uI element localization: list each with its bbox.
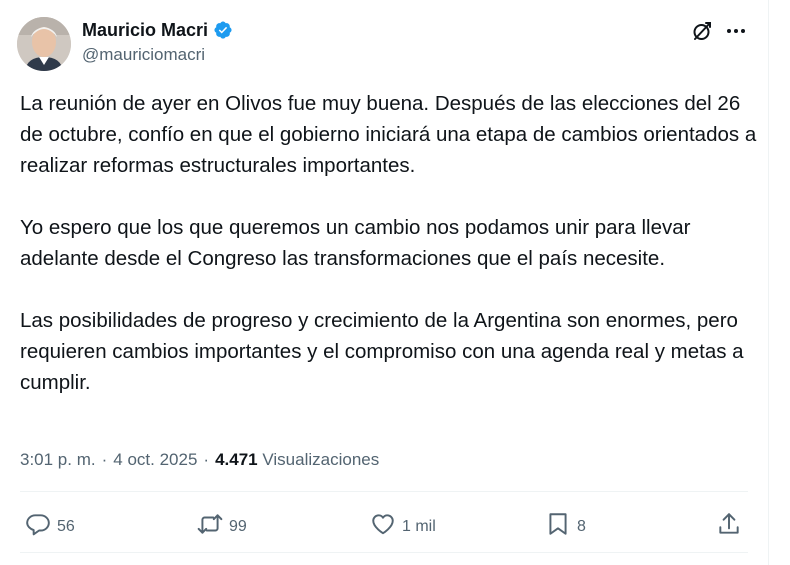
reply-count: 56 (57, 517, 75, 535)
tweet-time[interactable]: 3:01 p. m. (20, 450, 96, 470)
reply-button[interactable]: 56 (25, 511, 75, 542)
tweet-paragraph: Yo espero que los que queremos un cambio… (20, 216, 691, 270)
like-button[interactable]: 1 mil (370, 511, 436, 542)
avatar[interactable] (17, 17, 71, 71)
like-icon (370, 511, 396, 542)
author-display-name[interactable]: Mauricio Macri (82, 20, 208, 41)
verified-badge-icon (213, 20, 233, 40)
divider (20, 552, 748, 553)
bookmark-icon (545, 511, 571, 542)
bookmark-count: 8 (577, 517, 586, 535)
tweet-meta: 3:01 p. m. · 4 oct. 2025 · 4.471 Visualizaci… (20, 450, 379, 470)
share-icon (716, 511, 742, 542)
tweet-date[interactable]: 4 oct. 2025 (113, 450, 197, 470)
grok-icon[interactable] (691, 20, 713, 42)
meta-separator: · (101, 450, 108, 469)
views-count[interactable]: 4.471 (215, 450, 258, 470)
divider (20, 491, 748, 492)
reply-icon (25, 511, 51, 542)
share-button[interactable] (716, 511, 742, 542)
repost-icon (197, 511, 223, 542)
author-name-row[interactable]: Mauricio Macri (82, 19, 233, 41)
tweet-text: La reunión de ayer en Olivos fue muy bue… (20, 88, 760, 398)
repost-button[interactable]: 99 (197, 511, 247, 542)
like-count: 1 mil (402, 517, 436, 535)
tweet-paragraph: La reunión de ayer en Olivos fue muy bue… (20, 92, 757, 177)
tweet-paragraph: Las posibilidades de progreso y crecimie… (20, 309, 744, 394)
author-handle[interactable]: @mauriciomacri (82, 45, 205, 65)
more-icon[interactable] (724, 20, 748, 42)
meta-separator: · (203, 450, 210, 469)
timeline-border (768, 0, 769, 565)
views-label[interactable]: Visualizaciones (262, 450, 379, 470)
bookmark-button[interactable]: 8 (545, 511, 586, 542)
repost-count: 99 (229, 517, 247, 535)
